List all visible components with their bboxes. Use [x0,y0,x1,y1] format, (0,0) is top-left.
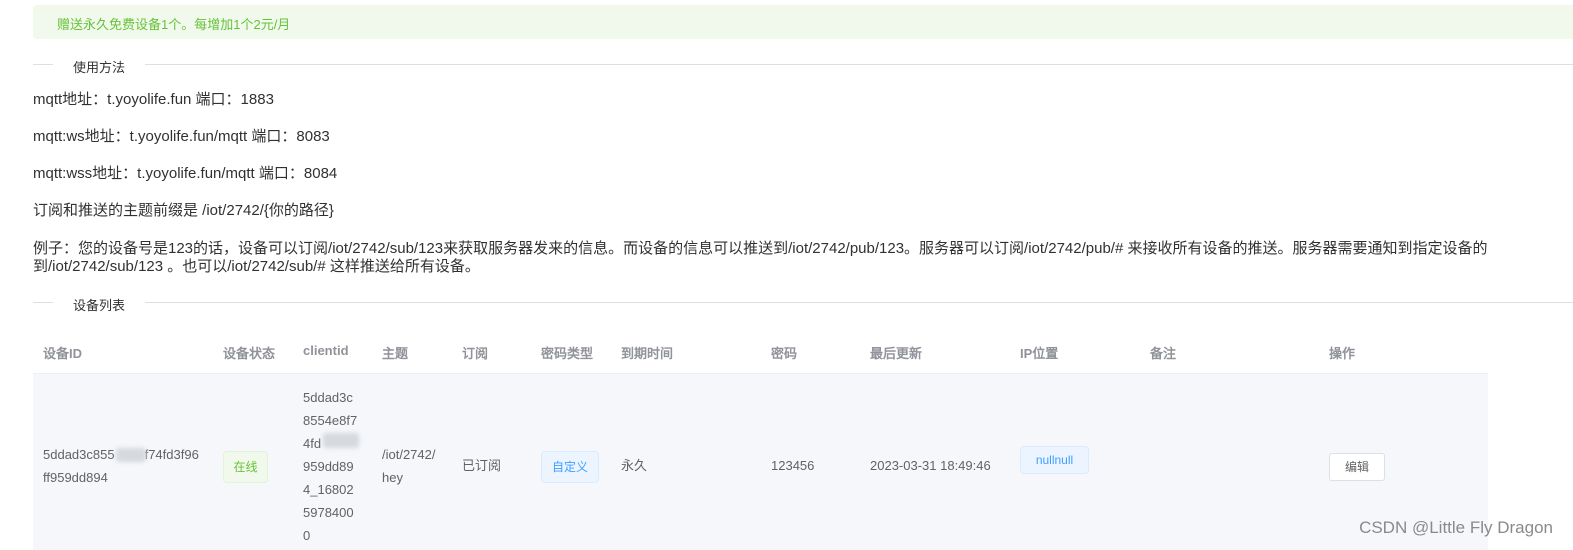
topic-line-2: hey [382,470,403,485]
header-password: 密码 [771,346,798,361]
header-status: 设备状态 [223,346,276,361]
example-line-1: 例子：您的设备号是123的话，设备可以订阅/iot/2742/sub/123来获… [33,240,1488,257]
clientid-line: 4_16802 [303,482,354,497]
usage-divider [33,64,1573,65]
clientid-line: 5978400 [303,505,354,520]
edit-button[interactable]: 编辑 [1329,453,1385,481]
redaction-blur [323,433,359,448]
header-ip: IP位置 [1020,346,1059,361]
header-subscribe: 订阅 [462,346,489,361]
mqtt-ws-address: mqtt:ws地址：t.yoyolife.fun/mqtt 端口：8083 [33,128,330,145]
status-badge: 在线 [223,451,268,483]
header-remark: 备注 [1150,346,1177,361]
device-id-part-1: 5ddad3c855 [43,447,115,462]
device-id-part-2: f74fd3f96 [144,447,199,462]
clientid-line: 8554e8f7 [303,413,358,428]
redaction-blur [116,448,146,462]
device-list-divider [33,302,1573,303]
cell-subscribe: 已订阅 [462,458,502,473]
watermark: CSDN @Little Fly Dragon [1359,518,1553,537]
ip-location-tag: nullnull [1020,446,1089,474]
header-password-type: 密码类型 [541,346,594,361]
cell-last-update: 2023-03-31 18:49:46 [870,458,991,473]
header-action: 操作 [1329,346,1356,361]
clientid-line: 5ddad3c [303,390,353,405]
usage-title: 使用方法 [53,57,146,76]
notice-text: 赠送永久免费设备1个。每增加1个2元/月 [57,17,291,32]
example-line-2: 到/iot/2742/sub/123 。也可以/iot/2742/sub/# 这… [33,258,480,275]
clientid-line: 0 [303,528,311,543]
free-device-notice: 赠送永久免费设备1个。每增加1个2元/月 [33,5,1573,39]
header-device-id: 设备ID [43,346,83,361]
header-clientid: clientid [303,343,349,358]
cell-password: 123456 [771,458,815,473]
device-list-title: 设备列表 [53,295,146,314]
clientid-line: 959dd89 [303,459,354,474]
topic-prefix: 订阅和推送的主题前缀是 /iot/2742/{你的路径} [33,202,334,219]
header-last-update: 最后更新 [870,346,923,361]
mqtt-wss-address: mqtt:wss地址：t.yoyolife.fun/mqtt 端口：8084 [33,165,338,182]
password-type-tag: 自定义 [541,451,599,483]
topic-line-1: /iot/2742/ [382,447,436,462]
mqtt-address: mqtt地址：t.yoyolife.fun 端口：1883 [33,91,274,108]
usage-example: 例子：您的设备号是123的话，设备可以订阅/iot/2742/sub/123来获… [33,240,1573,280]
header-expire: 到期时间 [621,346,674,361]
cell-topic: /iot/2742/ hey [382,443,452,489]
header-topic: 主题 [382,346,409,361]
cell-expire: 永久 [621,458,648,473]
cell-clientid: 5ddad3c 8554e8f7 4fd 959dd89 4_16802 597… [303,386,373,547]
device-id-line-2: ff959dd894 [43,470,108,485]
